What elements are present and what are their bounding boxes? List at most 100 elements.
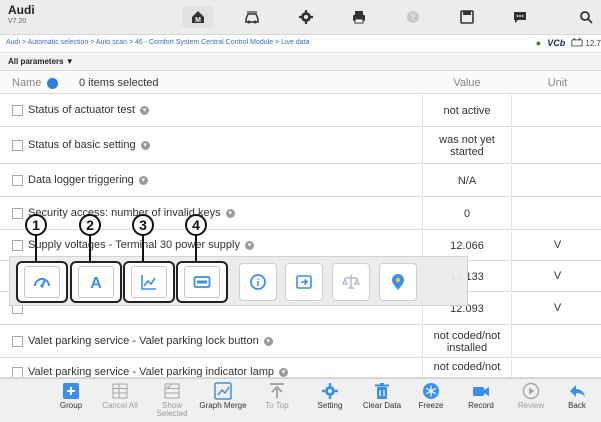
parameter-unit: V	[553, 239, 562, 251]
callout-leader	[195, 232, 197, 262]
chevron-down-icon[interactable]: ▾	[140, 140, 150, 150]
help-icon: ?	[398, 6, 428, 28]
vehicle-service-icon[interactable]	[237, 6, 267, 28]
trash-icon	[375, 383, 389, 399]
chevron-down-icon[interactable]: ▾	[244, 240, 254, 250]
text-icon: A	[90, 275, 102, 292]
voltage-value: 12.7	[585, 39, 601, 48]
table-row[interactable]: Valet parking service - Valet parking lo…	[0, 326, 601, 358]
svg-text:M: M	[195, 17, 201, 24]
parameter-name-text: Supply voltages - Terminal 30 power supp…	[28, 239, 240, 251]
parameter-unit: V	[553, 270, 562, 282]
text-mode-button[interactable]: A	[70, 261, 122, 303]
export-button[interactable]	[285, 263, 323, 301]
graph-merge-button[interactable]: Graph Merge	[198, 382, 248, 422]
top-navigation-bar: Audi V7.20 M ?	[0, 0, 601, 35]
parameter-filter-dropdown[interactable]: All parameters ▼	[0, 54, 601, 71]
row-checkbox[interactable]	[12, 175, 23, 186]
callout-number-3: 3	[132, 214, 154, 236]
parameter-value: N/A	[422, 165, 512, 197]
table-row[interactable]: Status of basic setting ▾ was not yet sta…	[0, 128, 601, 164]
checklist-icon	[164, 383, 180, 399]
gauge-mode-button[interactable]	[16, 261, 68, 303]
callout-number-1: 1	[25, 214, 47, 236]
parameter-name: Status of basic setting ▾	[28, 139, 150, 151]
clear-data-button[interactable]: Clear Data	[357, 382, 407, 422]
compare-button[interactable]	[332, 263, 370, 301]
parameter-name-text: Valet parking service - Valet parking lo…	[28, 335, 259, 347]
digital-mode-button[interactable]	[176, 261, 228, 303]
review-button[interactable]: Review	[506, 382, 556, 422]
gear-icon[interactable]	[291, 6, 321, 28]
brand-name: Audi	[8, 3, 35, 17]
setting-button[interactable]: Setting	[305, 382, 355, 422]
search-icon[interactable]	[571, 6, 601, 28]
unit-column-header: Unit	[547, 77, 568, 89]
parameter-name-text: Status of basic setting	[28, 139, 136, 151]
parameter-unit: V	[553, 302, 562, 314]
to-top-button[interactable]: To Top	[252, 382, 302, 422]
connection-status: ● VCb 12.7	[536, 38, 601, 48]
freeze-button[interactable]: Freeze	[406, 382, 456, 422]
line-graph-icon	[141, 275, 156, 290]
row-checkbox[interactable]	[12, 140, 23, 151]
parameter-name: Data logger triggering ▾	[28, 174, 148, 186]
table-row[interactable]: Data logger triggering ▾ N/A	[0, 165, 601, 197]
row-checkbox[interactable]	[12, 208, 23, 219]
table-header: Name 0 items selected Value Unit	[0, 72, 601, 94]
info-button[interactable]: i	[239, 263, 277, 301]
group-button[interactable]: Group	[46, 382, 96, 422]
callout-leader	[35, 232, 37, 262]
row-checkbox[interactable]	[12, 367, 23, 377]
parameter-name: Valet parking service - Valet parking in…	[28, 366, 288, 377]
row-checkbox[interactable]	[12, 336, 23, 347]
svg-text:i: i	[257, 278, 260, 289]
digital-display-icon	[193, 276, 211, 288]
parameter-value: was not yet started	[422, 128, 512, 164]
chevron-down-icon[interactable]: ▾	[140, 105, 150, 115]
save-icon[interactable]	[452, 6, 482, 28]
location-pin-icon	[392, 274, 404, 290]
callout-number-2: 2	[79, 214, 101, 236]
waveform-mode-button[interactable]	[123, 261, 175, 303]
record-button[interactable]: Record	[456, 382, 506, 422]
brand-version: V7.20	[8, 18, 27, 25]
row-checkbox[interactable]	[12, 240, 23, 251]
display-mode-toolbar: A i	[9, 256, 468, 306]
play-icon	[522, 382, 540, 400]
location-button[interactable]	[379, 263, 417, 301]
to-top-label: To Top	[265, 401, 289, 410]
chevron-down-icon[interactable]: ▾	[263, 336, 273, 346]
show-selected-button[interactable]: Show Selected	[147, 382, 197, 422]
parameter-value: not coded/not installed	[422, 326, 512, 358]
parameter-name-text: Data logger triggering	[28, 174, 134, 186]
globe-icon: ●	[535, 38, 542, 48]
select-all-toggle-icon[interactable]	[47, 77, 59, 89]
back-button[interactable]: Back	[552, 382, 601, 422]
show-selected-label: Show Selected	[156, 401, 188, 418]
group-label: Group	[59, 401, 83, 410]
message-icon[interactable]	[505, 6, 535, 28]
graph-merge-label: Graph Merge	[199, 401, 247, 410]
row-checkbox[interactable]	[12, 105, 23, 116]
chevron-down-icon[interactable]: ▾	[279, 367, 288, 377]
parameter-name: Supply voltages - Terminal 30 power supp…	[28, 239, 254, 251]
home-icon[interactable]: M	[183, 6, 213, 28]
callout-leader	[142, 232, 144, 262]
gauge-icon	[34, 278, 50, 288]
name-header-text: Name	[12, 77, 42, 89]
table-row[interactable]: Valet parking service - Valet parking in…	[0, 359, 601, 378]
breadcrumb-path[interactable]: Audi > Automatic selection > Auto scan >…	[6, 39, 310, 46]
parameter-name: Status of actuator test ▾	[28, 104, 150, 116]
chevron-down-icon[interactable]: ▾	[138, 175, 148, 185]
printer-icon[interactable]	[344, 6, 374, 28]
callout-number-4: 4	[185, 214, 207, 236]
record-label: Record	[468, 401, 494, 410]
back-label: Back	[568, 401, 586, 410]
svg-text:?: ?	[411, 13, 416, 22]
breadcrumb: Audi > Automatic selection > Auto scan >…	[0, 36, 601, 53]
cancel-all-button[interactable]: Cancel All	[95, 382, 145, 422]
review-label: Review	[517, 401, 545, 410]
table-row[interactable]: Status of actuator test ▾ not active	[0, 95, 601, 127]
chevron-down-icon[interactable]: ▾	[225, 208, 235, 218]
